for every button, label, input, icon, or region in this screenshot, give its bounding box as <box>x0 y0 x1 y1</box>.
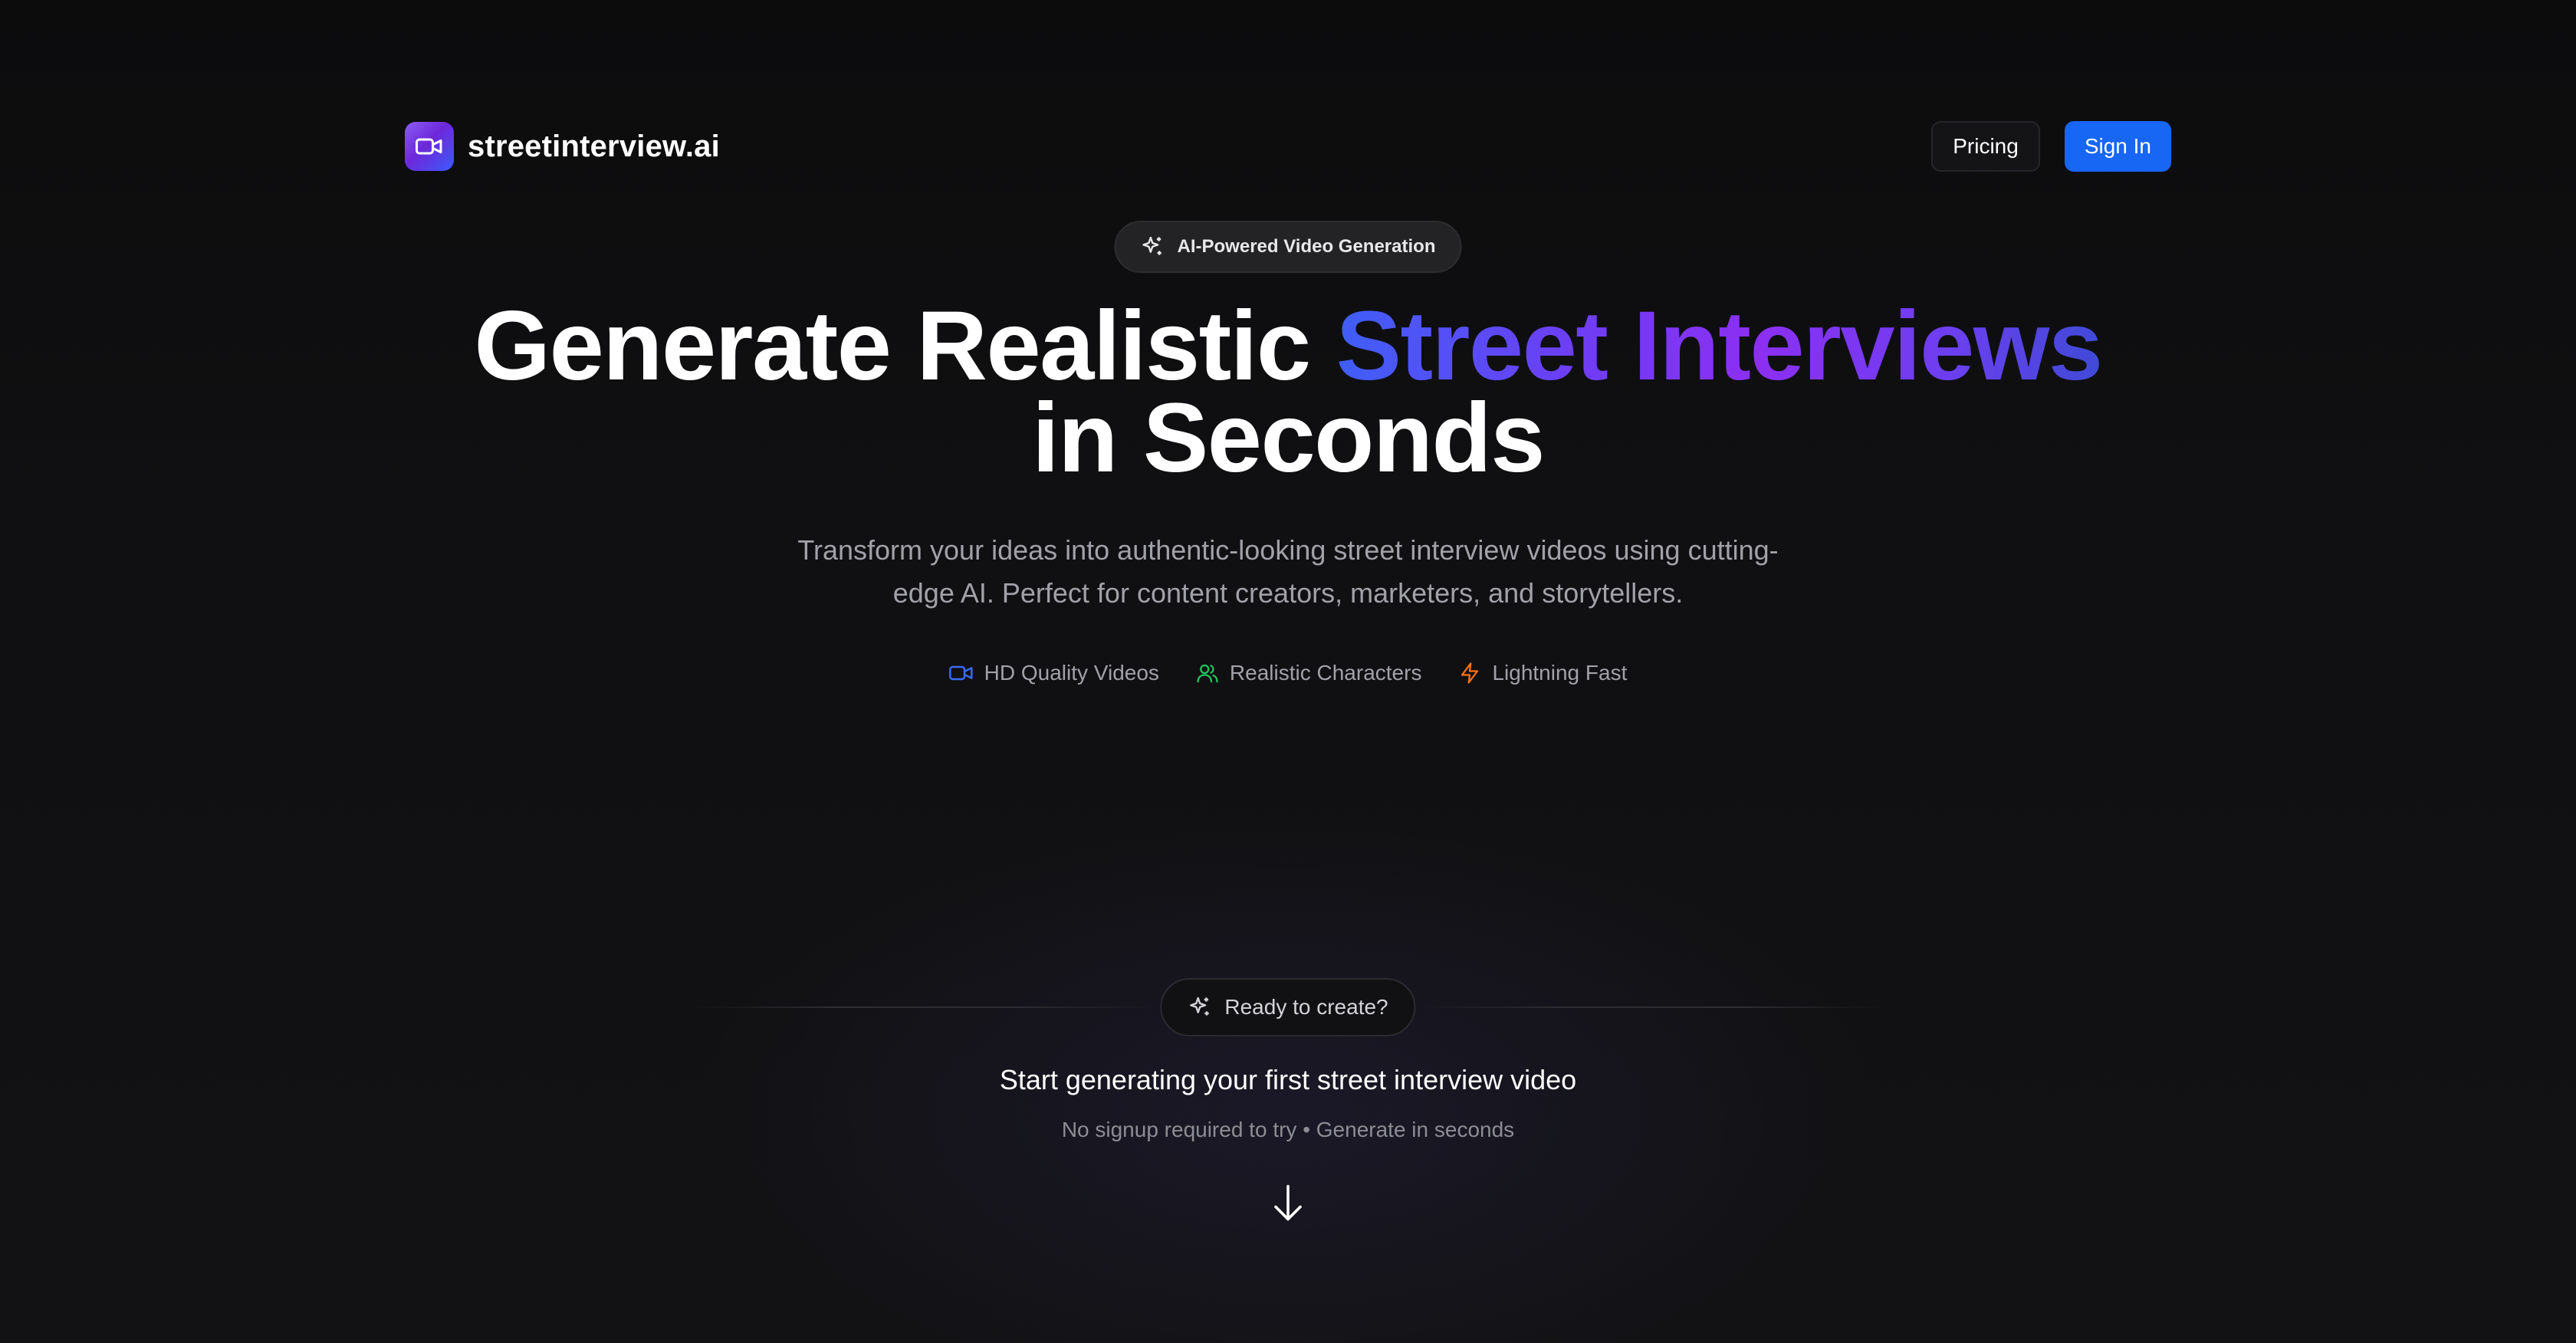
brand-name: streetinterview.ai <box>468 129 720 163</box>
feature-realistic-characters: Realistic Characters <box>1196 661 1422 685</box>
users-icon <box>1197 664 1218 683</box>
divider-right <box>1418 1006 1886 1008</box>
sign-in-button[interactable]: Sign In <box>2064 121 2171 172</box>
sparkles-icon <box>1142 236 1162 255</box>
sparkles-icon <box>1190 997 1209 1016</box>
feature-hd-quality: HD Quality Videos <box>948 661 1159 685</box>
feature-list: HD Quality Videos Realistic Characters L… <box>0 661 2576 685</box>
top-nav: streetinterview.ai Pricing Sign In <box>405 120 2171 173</box>
brand-logo <box>405 122 454 171</box>
pill-text: Ready to create? <box>1224 995 1388 1019</box>
ai-powered-badge: AI-Powered Video Generation <box>1114 221 1462 273</box>
nav-actions: Pricing Sign In <box>1931 121 2171 172</box>
landing-page: streetinterview.ai Pricing Sign In AI-Po… <box>0 0 2576 1343</box>
ready-to-create-pill: Ready to create? <box>1160 978 1416 1036</box>
arrow-down-icon[interactable] <box>1271 1184 1305 1222</box>
hero-headline: Generate Realistic Street Interviews in … <box>0 297 2576 488</box>
cta-subtitle: No signup required to try • Generate in … <box>1061 1118 1515 1141</box>
headline-part2: in Seconds <box>1032 383 1545 493</box>
cta-title: Start generating your first street inter… <box>999 1064 1577 1095</box>
brand[interactable]: streetinterview.ai <box>405 122 720 171</box>
badge-text: AI-Powered Video Generation <box>1177 236 1436 257</box>
video-icon <box>948 665 973 681</box>
feature-label: Realistic Characters <box>1229 661 1422 685</box>
zap-icon <box>1461 662 1479 684</box>
hero-subtitle: Transform your ideas into authentic-look… <box>797 534 1779 609</box>
divider-left <box>690 1006 1158 1008</box>
feature-label: HD Quality Videos <box>984 661 1159 685</box>
feature-lightning-fast: Lightning Fast <box>1458 661 1627 685</box>
pricing-button[interactable]: Pricing <box>1931 121 2040 172</box>
feature-label: Lightning Fast <box>1492 661 1628 685</box>
video-camera-icon <box>416 138 442 155</box>
